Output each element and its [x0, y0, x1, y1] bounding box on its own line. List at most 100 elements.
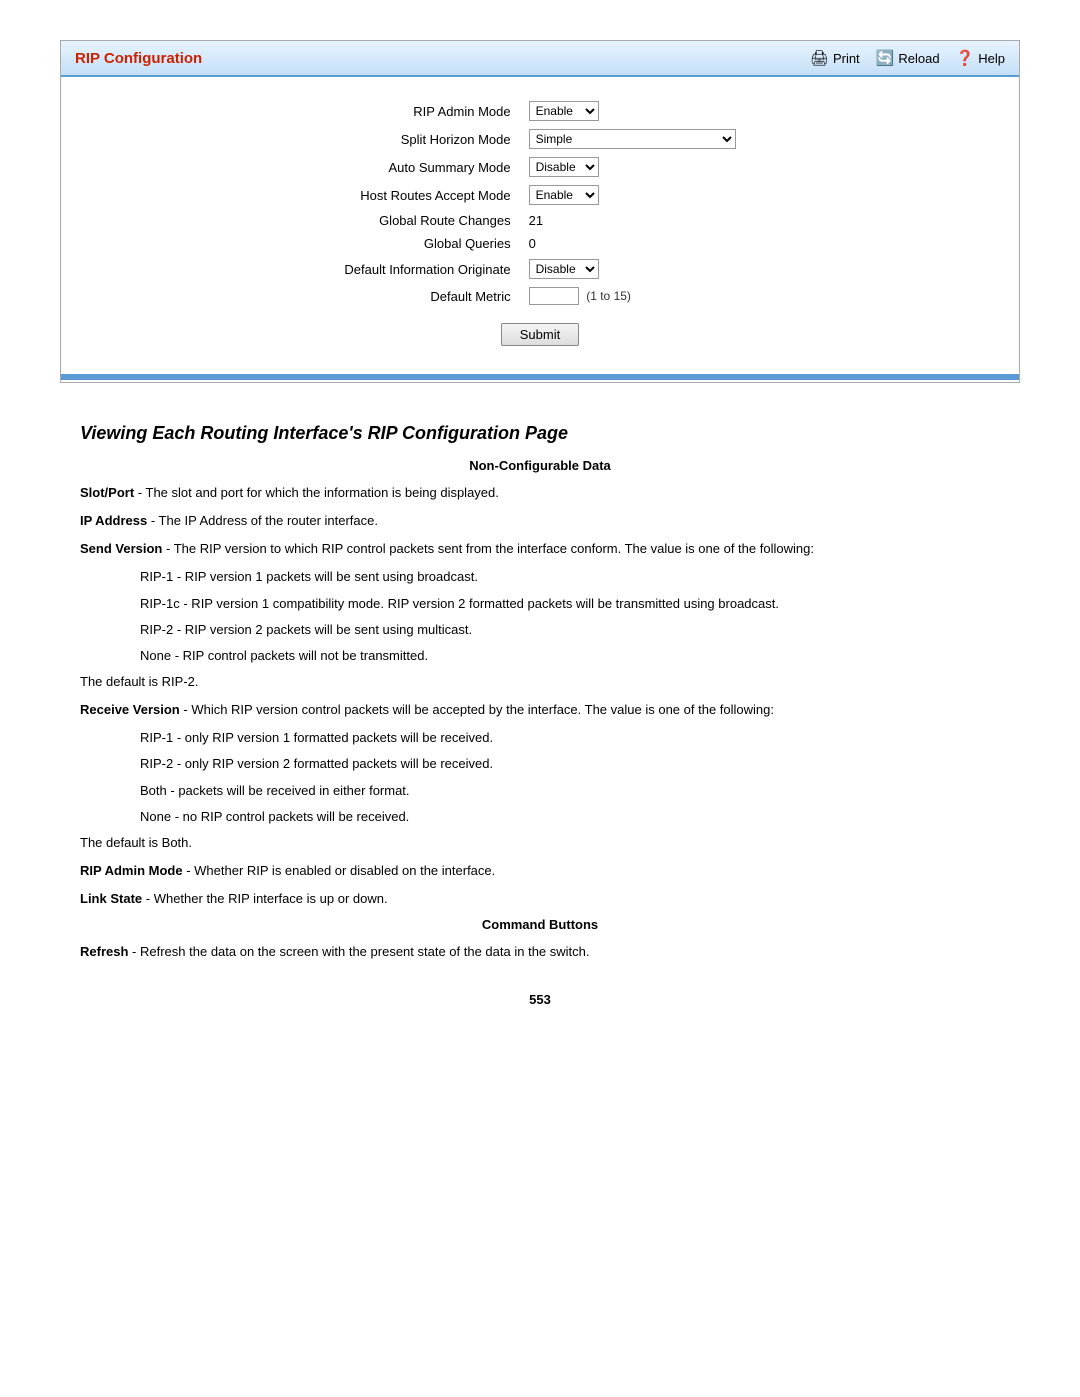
- help-icon: ❓: [956, 49, 975, 67]
- ip-address-text: The IP Address of the router interface.: [159, 513, 378, 528]
- field-value-global-route-changes: 21: [523, 209, 742, 232]
- rip-admin-mode-separator: -: [186, 863, 194, 878]
- auto-summary-select[interactable]: Enable Disable: [529, 157, 599, 177]
- link-state-description: Link State - Whether the RIP interface i…: [80, 889, 1000, 909]
- field-value-host-routes: Enable Disable: [523, 181, 742, 209]
- none-send-text: - RIP control packets will not be transm…: [175, 648, 428, 663]
- recv-rip2-term: RIP-2: [140, 756, 173, 771]
- default-metric-input[interactable]: [529, 287, 579, 305]
- section-heading: Viewing Each Routing Interface's RIP Con…: [80, 423, 1000, 444]
- page-number: 553: [80, 992, 1000, 1007]
- recv-both-item: Both - packets will be received in eithe…: [140, 781, 1000, 801]
- ip-address-separator: -: [151, 513, 159, 528]
- default-rip2-text: The default is RIP-2.: [80, 672, 1000, 692]
- field-label-rip-admin-mode: RIP Admin Mode: [338, 97, 522, 125]
- recv-rip1-term: RIP-1: [140, 730, 173, 745]
- reload-button[interactable]: 🔄 Reload: [876, 49, 940, 67]
- field-label-default-metric: Default Metric: [338, 283, 522, 309]
- none-send-item: None - RIP control packets will not be t…: [140, 646, 1000, 666]
- table-row: RIP Admin Mode Enable Disable: [338, 97, 741, 125]
- field-value-default-metric: (1 to 15): [523, 283, 742, 309]
- receive-version-term: Receive Version: [80, 702, 180, 717]
- field-value-default-info: Enable Disable: [523, 255, 742, 283]
- send-version-description: Send Version - The RIP version to which …: [80, 539, 1000, 559]
- default-both-text: The default is Both.: [80, 833, 1000, 853]
- table-row: Auto Summary Mode Enable Disable: [338, 153, 741, 181]
- field-value-rip-admin-mode: Enable Disable: [523, 97, 742, 125]
- rip2-term: RIP-2: [140, 622, 173, 637]
- table-row: Default Metric (1 to 15): [338, 283, 741, 309]
- rip-admin-mode-term: RIP Admin Mode: [80, 863, 183, 878]
- table-row: Global Queries 0: [338, 232, 741, 255]
- recv-rip1-text: - only RIP version 1 formatted packets w…: [177, 730, 493, 745]
- recv-none-text: - no RIP control packets will be receive…: [175, 809, 410, 824]
- slot-port-text: The slot and port for which the informat…: [146, 485, 499, 500]
- rip1c-term: RIP-1c: [140, 596, 180, 611]
- ip-address-term: IP Address: [80, 513, 147, 528]
- print-button[interactable]: 🖨 Print: [810, 49, 860, 67]
- slot-port-description: Slot/Port - The slot and port for which …: [80, 483, 1000, 503]
- rip-admin-mode-select[interactable]: Enable Disable: [529, 101, 599, 121]
- recv-none-term: None: [140, 809, 171, 824]
- rip1-item: RIP-1 - RIP version 1 packets will be se…: [140, 567, 1000, 587]
- print-label: Print: [833, 51, 860, 66]
- submit-row: Submit: [91, 309, 989, 354]
- toolbar: 🖨 Print 🔄 Reload ❓ Help: [810, 49, 1005, 67]
- rip-admin-mode-text: Whether RIP is enabled or disabled on th…: [194, 863, 495, 878]
- rip1-text: - RIP version 1 packets will be sent usi…: [177, 569, 478, 584]
- refresh-description: Refresh - Refresh the data on the screen…: [80, 942, 1000, 962]
- config-form-table: RIP Admin Mode Enable Disable Split Hori…: [338, 97, 741, 309]
- split-horizon-select[interactable]: Simple None Split Horizon Split Horizon …: [529, 129, 736, 149]
- recv-none-item: None - no RIP control packets will be re…: [140, 807, 1000, 827]
- submit-button[interactable]: Submit: [501, 323, 579, 346]
- field-label-default-info: Default Information Originate: [338, 255, 522, 283]
- field-label-global-route-changes: Global Route Changes: [338, 209, 522, 232]
- host-routes-select[interactable]: Enable Disable: [529, 185, 599, 205]
- table-row: Split Horizon Mode Simple None Split Hor…: [338, 125, 741, 153]
- send-version-separator: -: [166, 541, 174, 556]
- field-value-auto-summary: Enable Disable: [523, 153, 742, 181]
- rip-admin-mode-description: RIP Admin Mode - Whether RIP is enabled …: [80, 861, 1000, 881]
- recv-rip1-item: RIP-1 - only RIP version 1 formatted pac…: [140, 728, 1000, 748]
- table-row: Global Route Changes 21: [338, 209, 741, 232]
- receive-version-text: Which RIP version control packets will b…: [191, 702, 774, 717]
- field-label-auto-summary: Auto Summary Mode: [338, 153, 522, 181]
- rip-config-panel: RIP Configuration 🖨 Print 🔄 Reload ❓ Hel…: [60, 40, 1020, 383]
- recv-rip2-item: RIP-2 - only RIP version 2 formatted pac…: [140, 754, 1000, 774]
- slot-port-term: Slot/Port: [80, 485, 134, 500]
- slot-port-separator: -: [138, 485, 146, 500]
- non-configurable-heading: Non-Configurable Data: [80, 458, 1000, 473]
- global-queries-value: 0: [529, 236, 536, 251]
- reload-label: Reload: [898, 51, 939, 66]
- refresh-separator: -: [132, 944, 140, 959]
- panel-title: RIP Configuration: [75, 50, 202, 67]
- table-row: Default Information Originate Enable Dis…: [338, 255, 741, 283]
- help-button[interactable]: ❓ Help: [956, 49, 1005, 67]
- receive-version-description: Receive Version - Which RIP version cont…: [80, 700, 1000, 720]
- link-state-term: Link State: [80, 891, 142, 906]
- panel-body: RIP Admin Mode Enable Disable Split Hori…: [61, 77, 1019, 374]
- rip1c-text: - RIP version 1 compatibility mode. RIP …: [183, 596, 779, 611]
- ip-address-description: IP Address - The IP Address of the route…: [80, 511, 1000, 531]
- reload-icon: 🔄: [876, 49, 895, 67]
- link-state-separator: -: [146, 891, 154, 906]
- default-info-select[interactable]: Enable Disable: [529, 259, 599, 279]
- panel-header: RIP Configuration 🖨 Print 🔄 Reload ❓ Hel…: [61, 41, 1019, 77]
- send-version-term: Send Version: [80, 541, 162, 556]
- none-send-term: None: [140, 648, 171, 663]
- field-label-split-horizon: Split Horizon Mode: [338, 125, 522, 153]
- refresh-term: Refresh: [80, 944, 128, 959]
- global-route-changes-value: 21: [529, 213, 543, 228]
- rip2-text: - RIP version 2 packets will be sent usi…: [177, 622, 472, 637]
- field-label-host-routes: Host Routes Accept Mode: [338, 181, 522, 209]
- rip1-term: RIP-1: [140, 569, 173, 584]
- send-version-text: The RIP version to which RIP control pac…: [174, 541, 814, 556]
- rip2-item: RIP-2 - RIP version 2 packets will be se…: [140, 620, 1000, 640]
- table-row: Host Routes Accept Mode Enable Disable: [338, 181, 741, 209]
- field-value-split-horizon: Simple None Split Horizon Split Horizon …: [523, 125, 742, 153]
- panel-footer-bar: [61, 374, 1019, 380]
- link-state-text: Whether the RIP interface is up or down.: [154, 891, 388, 906]
- command-buttons-heading: Command Buttons: [80, 917, 1000, 932]
- rip1c-item: RIP-1c - RIP version 1 compatibility mod…: [140, 594, 1000, 614]
- recv-both-text: - packets will be received in either for…: [170, 783, 409, 798]
